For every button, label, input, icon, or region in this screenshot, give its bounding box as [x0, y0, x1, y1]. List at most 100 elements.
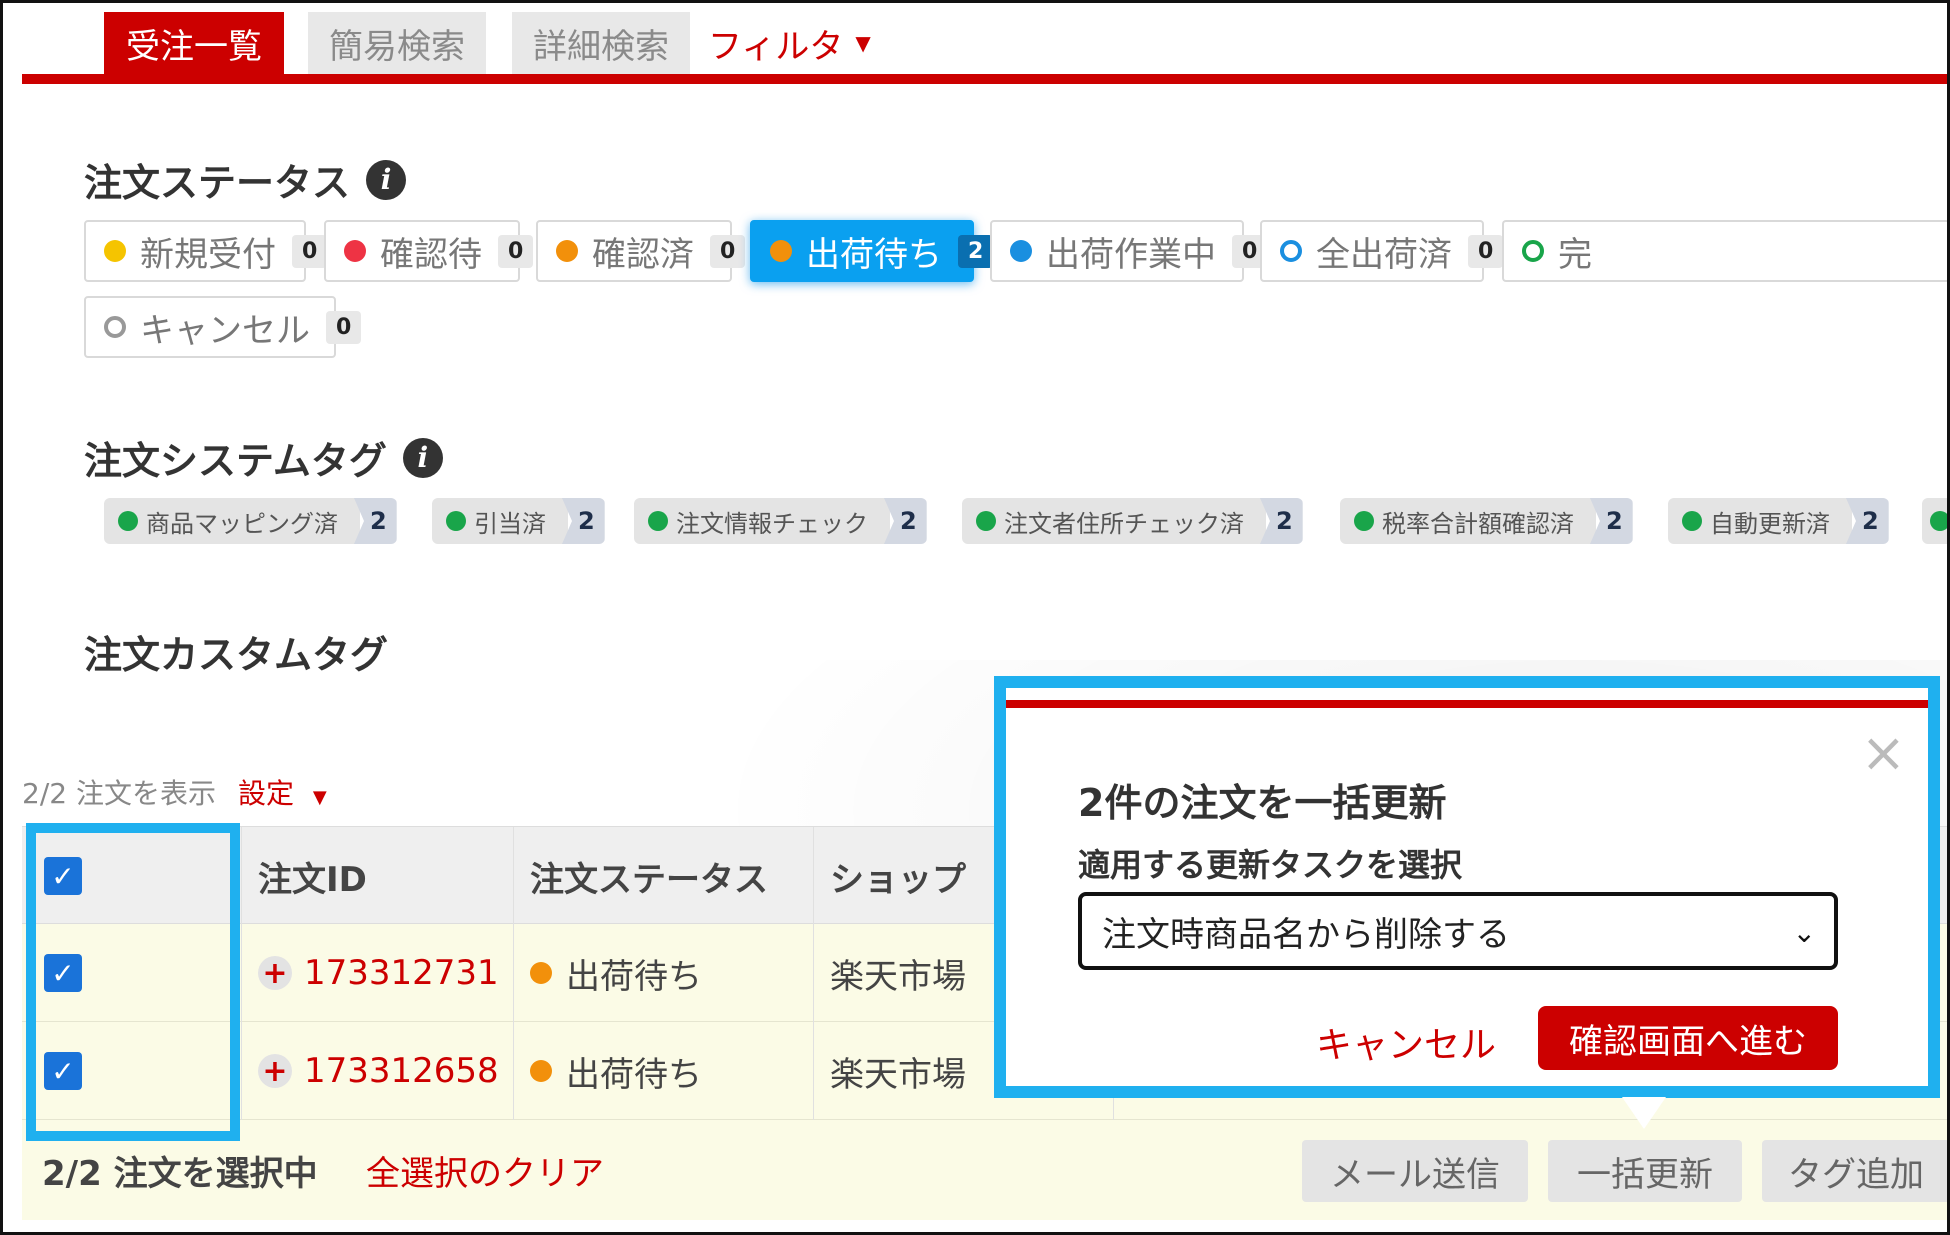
green-dot-icon	[1682, 511, 1702, 531]
blue-dot-icon	[1010, 240, 1032, 262]
proceed-to-confirm-button[interactable]: 確認画面へ進む	[1538, 1006, 1838, 1070]
tab-detail-search[interactable]: 詳細検索	[512, 12, 690, 74]
tab-simple-search[interactable]: 簡易検索	[308, 12, 486, 74]
expand-plus-icon[interactable]: +	[258, 956, 292, 991]
status-chip-label: 完	[1558, 234, 1592, 275]
status-chip-shipping-in-progress[interactable]: 出荷作業中 0	[990, 220, 1268, 282]
status-chip-awaiting-confirm[interactable]: 確認待 0	[324, 220, 534, 282]
orange-dot-icon	[530, 1060, 552, 1082]
system-tag-label-box: 自動更新済	[1668, 498, 1852, 544]
tab-order-list[interactable]: 受注一覧	[104, 12, 284, 74]
row-checkbox[interactable]: ✓	[44, 1052, 82, 1090]
system-tag-allocated[interactable]: 引当済 2	[432, 498, 605, 544]
cancel-button[interactable]: キャンセル	[1316, 1016, 1496, 1068]
status-chip-label: 出荷作業中	[1046, 234, 1216, 275]
status-chip-label: 確認済	[592, 234, 694, 275]
green-dot-icon	[118, 511, 138, 531]
system-tag-count: 2	[1260, 498, 1303, 544]
row-checkbox[interactable]: ✓	[44, 954, 82, 992]
system-tag-order-info-check[interactable]: 注文情報チェック 2	[634, 498, 927, 544]
green-dot-icon	[1354, 511, 1374, 531]
status-chip-all-shipped[interactable]: 全出荷済 0	[1260, 220, 1504, 282]
filter-panel: 注文ステータス i 新規受付 0 確認待 0 確認済 0 出荷待ち 2 出荷作業…	[22, 84, 1950, 724]
update-task-selected-value: 注文時商品名から削除する	[1102, 914, 1510, 955]
status-chip-count: 0	[1468, 234, 1504, 268]
status-chip-count: 2	[958, 234, 994, 268]
modal-content: × 2件の注文を一括更新 適用する更新タスクを選択 注文時商品名から削除する ⌄…	[1006, 700, 1928, 1098]
status-chip-awaiting-shipment[interactable]: 出荷待ち 2	[750, 220, 994, 282]
tab-filter[interactable]: フィルタ ▼	[708, 12, 908, 74]
update-task-select[interactable]: 注文時商品名から削除する ⌄	[1078, 892, 1838, 970]
status-chip-count: 0	[326, 310, 362, 344]
modal-task-label: 適用する更新タスクを選択	[1078, 846, 1463, 884]
settings-label: 設定	[237, 777, 294, 810]
tab-order-list-label: 受注一覧	[126, 26, 262, 67]
tab-simple-search-label: 簡易検索	[329, 26, 465, 67]
row-shop-label: 楽天市場	[830, 1054, 966, 1095]
yellow-dot-icon	[104, 240, 126, 262]
select-all-checkbox[interactable]: ✓	[44, 857, 82, 895]
status-chip-new[interactable]: 新規受付 0	[84, 220, 328, 282]
proceed-to-confirm-label: 確認画面へ進む	[1569, 1021, 1807, 1062]
bulk-update-button[interactable]: 一括更新	[1548, 1140, 1742, 1202]
system-tag-label-box: 注文者住所チェック済	[962, 498, 1266, 544]
system-tags-heading: 注文システムタグ i	[84, 430, 443, 485]
status-chip-complete[interactable]: 完	[1502, 220, 1950, 282]
order-id-link[interactable]: 173312658	[304, 1051, 499, 1091]
selected-count-text: 2/2 注文を選択中	[42, 1154, 318, 1194]
system-tag-product-mapped[interactable]: 商品マッピング済 2	[104, 498, 397, 544]
info-icon[interactable]: i	[402, 437, 443, 478]
system-tag-partial[interactable]	[1922, 498, 1950, 544]
row-select-cell: ✓	[22, 924, 242, 1022]
green-dot-icon	[1930, 511, 1950, 531]
header-order-id[interactable]: 注文ID	[242, 827, 514, 925]
status-chip-label: 新規受付	[140, 234, 276, 275]
list-count-bar: 2/2 注文を表示 設定 ▼	[22, 772, 327, 812]
clear-selection-link[interactable]: 全選択のクリア	[366, 1146, 604, 1195]
status-chip-confirmed[interactable]: 確認済 0	[536, 220, 746, 282]
expand-plus-icon[interactable]: +	[258, 1054, 292, 1089]
row-status-label: 出荷待ち	[566, 1054, 702, 1095]
green-dot-icon	[976, 511, 996, 531]
green-ring-icon	[1522, 240, 1544, 262]
close-icon[interactable]: ×	[1861, 726, 1906, 780]
system-tag-label: 商品マッピング済	[146, 509, 338, 538]
status-chip-count: 0	[292, 234, 328, 268]
system-tag-tax-total-confirmed[interactable]: 税率合計額確認済 2	[1340, 498, 1633, 544]
system-tag-label: 注文情報チェック	[676, 509, 868, 538]
status-chip-count: 0	[498, 234, 534, 268]
header-status[interactable]: 注文ステータス	[514, 827, 814, 925]
system-tag-label: 税率合計額確認済	[1382, 509, 1574, 538]
header-status-label: 注文ステータス	[530, 859, 768, 900]
system-tag-label-box: 商品マッピング済	[104, 498, 360, 544]
settings-dropdown[interactable]: 設定 ▼	[238, 772, 327, 812]
list-count-text: 2/2 注文を表示	[22, 777, 216, 810]
header-order-id-label: 注文ID	[258, 859, 367, 900]
green-dot-icon	[648, 511, 668, 531]
caret-down-icon: ▼	[855, 31, 871, 55]
system-tag-count: 2	[884, 498, 927, 544]
tab-detail-search-label: 詳細検索	[533, 26, 669, 67]
info-icon[interactable]: i	[366, 159, 407, 200]
system-tag-label-box	[1922, 498, 1950, 544]
chevron-down-icon: ⌄	[1792, 916, 1816, 949]
system-tag-count: 2	[354, 498, 397, 544]
row-order-id-cell: + 173312658	[242, 1022, 514, 1120]
system-tag-label-box: 引当済	[432, 498, 568, 544]
order-id-link[interactable]: 173312731	[304, 953, 499, 993]
selection-footer-bar: 2/2 注文を選択中 全選択のクリア メール送信 一括更新 タグ追加	[22, 1120, 1950, 1220]
status-chip-cancelled[interactable]: キャンセル 0	[84, 296, 362, 358]
bulk-update-modal: × 2件の注文を一括更新 適用する更新タスクを選択 注文時商品名から削除する ⌄…	[994, 676, 1940, 1098]
system-tag-label: 注文者住所チェック済	[1004, 509, 1244, 538]
system-tag-label-box: 税率合計額確認済	[1340, 498, 1596, 544]
red-dot-icon	[344, 240, 366, 262]
modal-callout-tail	[1622, 1097, 1666, 1129]
order-status-title: 注文ステータス	[84, 161, 351, 205]
system-tags-title: 注文システムタグ	[84, 439, 387, 483]
system-tag-label: 自動更新済	[1710, 509, 1830, 538]
system-tag-auto-updated[interactable]: 自動更新済 2	[1668, 498, 1889, 544]
add-tag-button[interactable]: タグ追加	[1762, 1140, 1950, 1202]
system-tag-address-checked[interactable]: 注文者住所チェック済 2	[962, 498, 1303, 544]
send-mail-button[interactable]: メール送信	[1302, 1140, 1528, 1202]
system-tag-label-box: 注文情報チェック	[634, 498, 890, 544]
